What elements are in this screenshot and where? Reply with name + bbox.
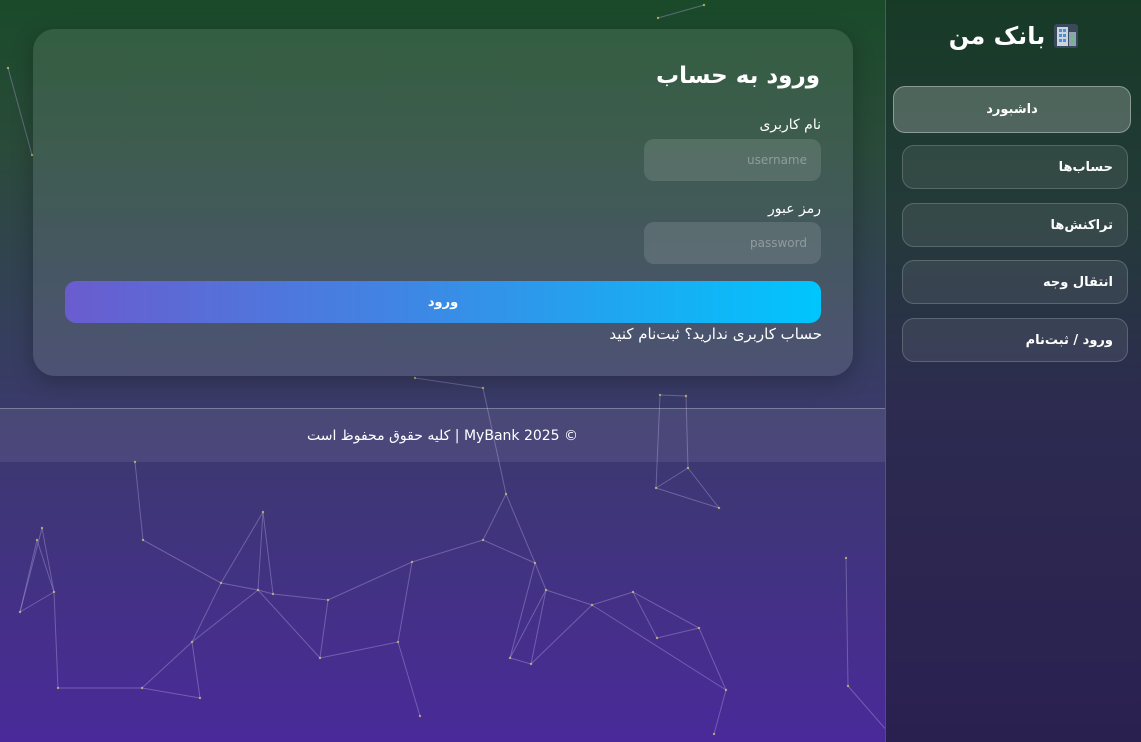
sidebar-item-dashboard[interactable]: داشبورد xyxy=(893,86,1131,133)
main-content: ورود به حساب نام کاربری رمز عبور ورود حس… xyxy=(0,0,885,742)
login-submit-button[interactable]: ورود xyxy=(65,281,821,323)
password-input[interactable] xyxy=(644,222,821,264)
sidebar-item-label: داشبورد xyxy=(986,102,1038,117)
sidebar-item-login-register[interactable]: ورود / ثبت‌نام xyxy=(902,318,1128,362)
footer-copyright: © 2025 MyBank | کلیه حقوق محفوظ است xyxy=(306,427,579,444)
sidebar-item-transfer[interactable]: انتقال وجه xyxy=(902,260,1128,304)
username-label: نام کاربری xyxy=(759,117,821,133)
sidebar-item-accounts[interactable]: حساب‌ها xyxy=(902,145,1128,189)
sidebar-item-label: انتقال وجه xyxy=(1042,274,1113,290)
sidebar-item-transactions[interactable]: تراکنش‌ها xyxy=(902,203,1128,247)
login-title: ورود به حساب xyxy=(656,63,820,89)
footer: © 2025 MyBank | کلیه حقوق محفوظ است xyxy=(0,408,885,462)
sidebar-brand[interactable]: بانک من xyxy=(886,22,1141,50)
username-input[interactable] xyxy=(644,139,821,181)
sidebar-item-label: حساب‌ها xyxy=(1058,159,1113,175)
password-label: رمز عبور xyxy=(767,201,821,217)
sidebar-item-label: ورود / ثبت‌نام xyxy=(1025,332,1113,348)
sidebar: بانک من داشبورد حساب‌ها تراکنش‌ها انتقال… xyxy=(885,0,1141,742)
brand-name: بانک من xyxy=(948,22,1046,50)
bank-building-icon xyxy=(1054,24,1079,48)
sidebar-item-label: تراکنش‌ها xyxy=(1050,217,1113,233)
login-card: ورود به حساب نام کاربری رمز عبور ورود حس… xyxy=(33,29,853,376)
register-link[interactable]: حساب کاربری ندارید؟ ثبت‌نام کنید xyxy=(609,325,822,343)
